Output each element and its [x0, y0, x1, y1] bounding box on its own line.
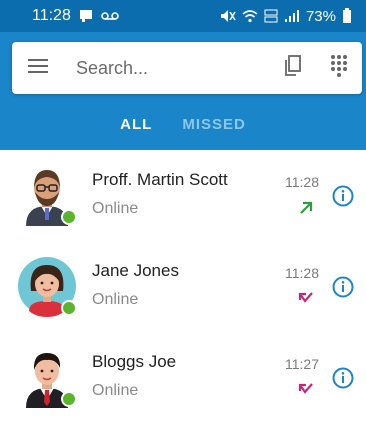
contact-name: Proff. Martin Scott [92, 170, 228, 189]
dialpad-icon [331, 54, 347, 82]
lte-icon [264, 9, 278, 23]
call-row[interactable]: Bloggs Joe Online 11:27 [0, 332, 366, 423]
app-header: Search... ALL MISSED [0, 32, 366, 150]
tab-bar: ALL MISSED [0, 110, 366, 144]
battery-icon [342, 8, 352, 24]
menu-icon [28, 58, 48, 79]
online-indicator [61, 209, 77, 225]
tab-all[interactable]: ALL [120, 110, 152, 144]
call-row[interactable]: Jane Jones Online 11:28 [0, 241, 366, 332]
tab-missed[interactable]: MISSED [182, 110, 246, 144]
contact-name: Jane Jones [92, 261, 179, 280]
search-bar: Search... [12, 42, 362, 94]
search-input[interactable]: Search... [64, 58, 270, 79]
online-indicator [61, 300, 77, 316]
call-time: 11:28 [285, 174, 319, 190]
call-list: Proff. Martin Scott Online 11:28 Jane Jo… [0, 150, 366, 423]
message-icon [79, 9, 93, 23]
contact-status: Online [92, 382, 139, 399]
copy-icon [284, 54, 302, 82]
voicemail-icon [101, 11, 119, 21]
info-icon[interactable] [332, 185, 354, 207]
online-indicator [61, 391, 77, 407]
mute-icon [220, 9, 236, 23]
status-time: 11:28 [32, 7, 71, 24]
info-icon[interactable] [332, 367, 354, 389]
menu-button[interactable] [12, 42, 64, 94]
contact-name: Bloggs Joe [92, 352, 177, 371]
missed-call-icon [298, 291, 314, 307]
outgoing-call-icon [298, 200, 314, 216]
signal-icon [284, 9, 300, 23]
call-time: 11:27 [285, 356, 319, 372]
status-bar: 11:28 73% [0, 0, 366, 32]
contact-status: Online [92, 200, 139, 217]
wifi-icon [242, 9, 258, 23]
battery-level: 73% [305, 7, 336, 25]
dialpad-button[interactable] [316, 42, 362, 94]
contact-status: Online [92, 291, 139, 308]
copy-button[interactable] [270, 42, 316, 94]
call-row[interactable]: Proff. Martin Scott Online 11:28 [0, 150, 366, 241]
info-icon[interactable] [332, 276, 354, 298]
call-time: 11:28 [285, 265, 319, 281]
missed-call-icon [298, 382, 314, 398]
